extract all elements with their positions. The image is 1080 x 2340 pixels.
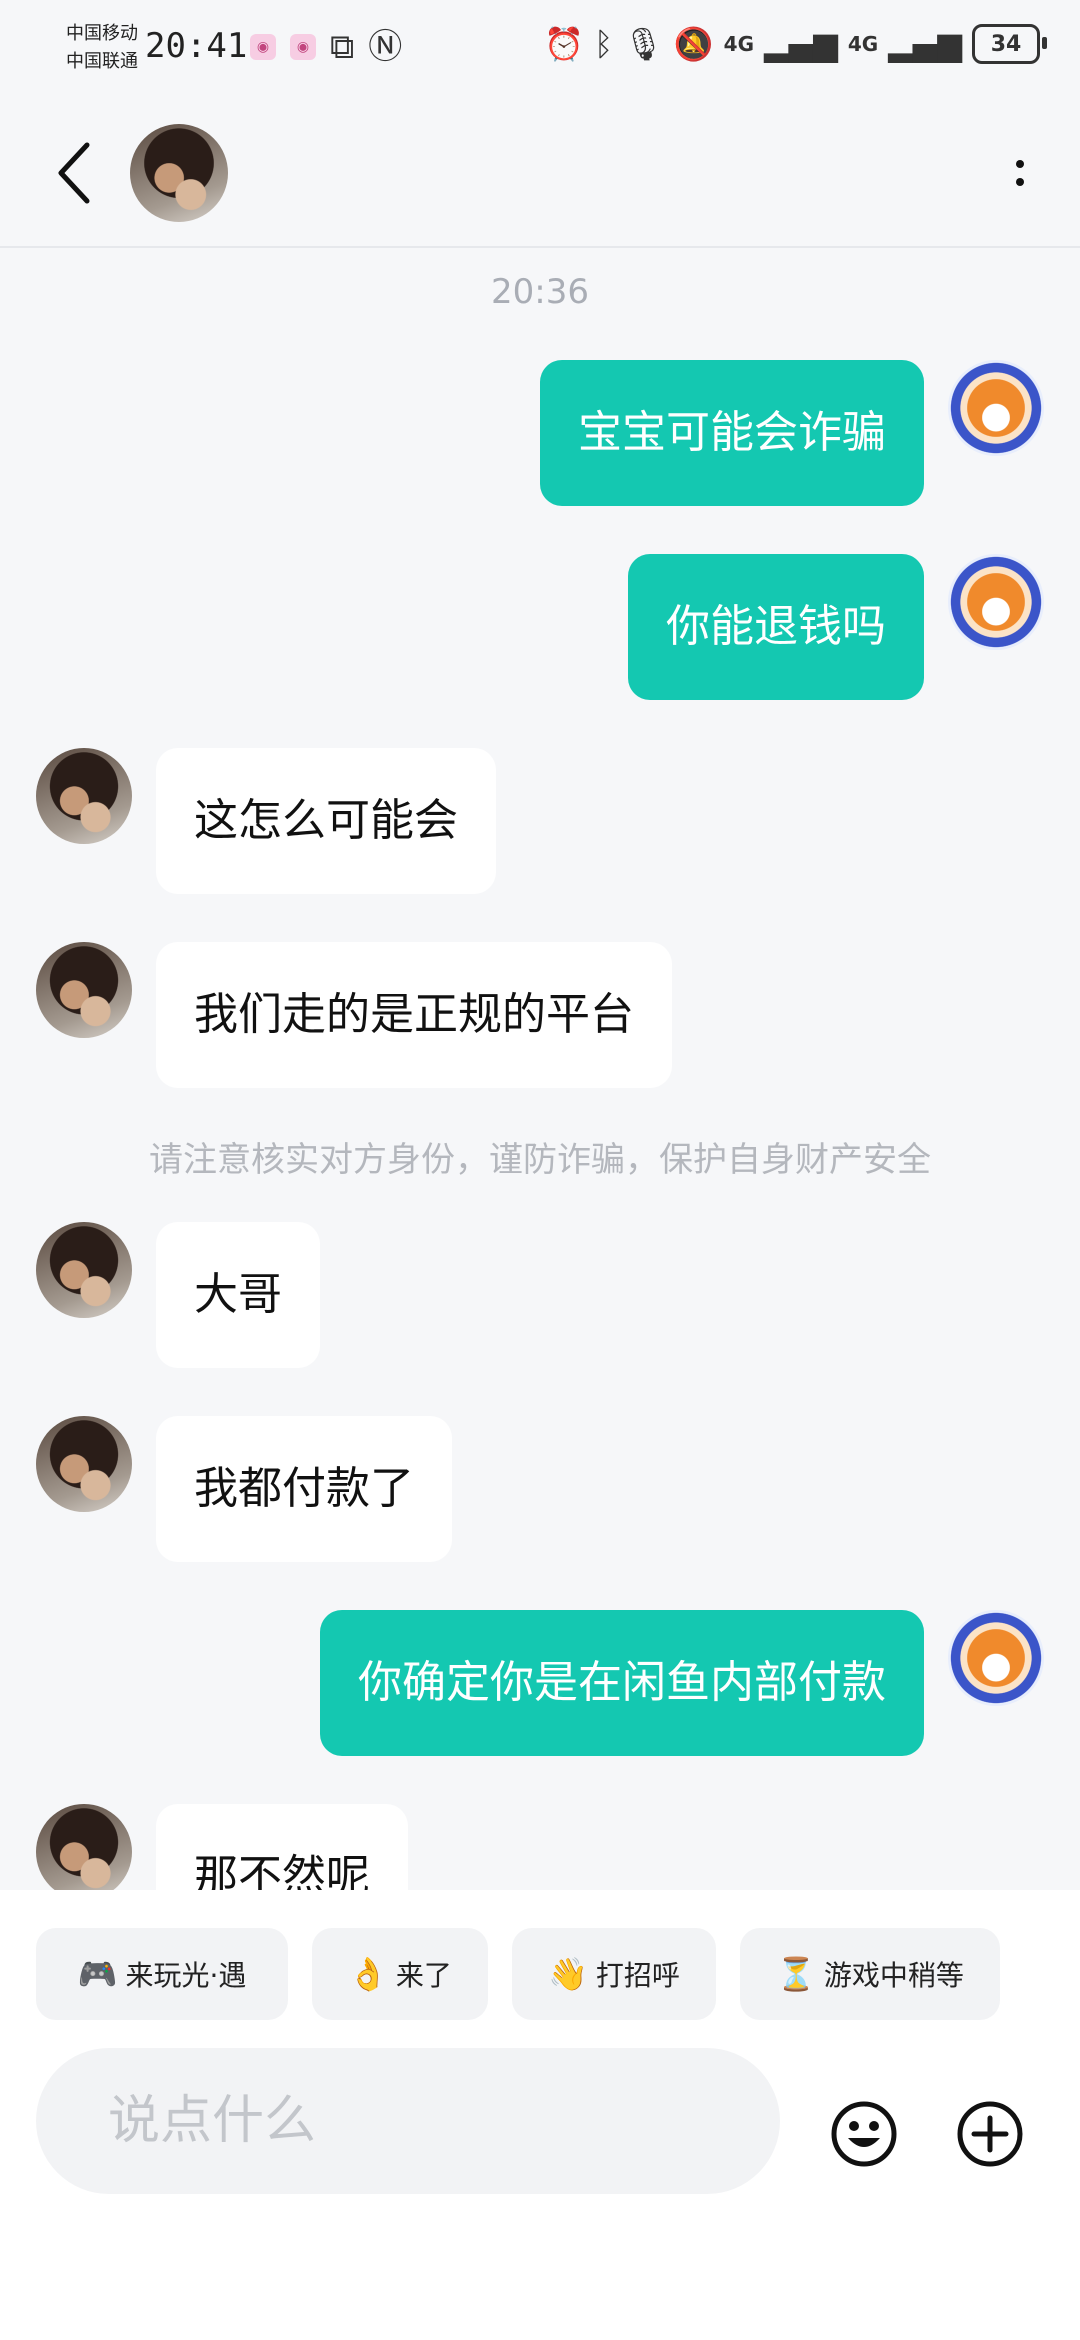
microphone-icon: 🎙 xyxy=(623,25,664,63)
alarm-icon: ⏰ xyxy=(544,25,584,63)
emoji-button[interactable] xyxy=(830,2100,898,2168)
contact-avatar[interactable] xyxy=(130,124,228,222)
chat-header xyxy=(0,100,1080,248)
app-notification-icon: ◉ xyxy=(250,34,276,60)
quick-reply-chip[interactable]: 🎮 来玩光·遇 xyxy=(36,1928,288,2020)
contact-avatar[interactable] xyxy=(36,1804,132,1890)
more-options-button[interactable] xyxy=(990,138,1050,208)
battery-icon: 34 xyxy=(972,24,1047,64)
quick-reply-chip[interactable]: 👌 来了 xyxy=(312,1928,488,2020)
quick-reply-label: 来玩光·遇 xyxy=(125,1959,247,1992)
nfc-icon: Ⓝ xyxy=(368,27,403,67)
network-label-1: 4G xyxy=(723,32,754,56)
bluetooth-icon: ᛒ xyxy=(593,25,614,63)
contact-avatar[interactable] xyxy=(36,1222,132,1318)
game-controller-icon: 🎮 xyxy=(77,1955,118,1993)
carrier-labels: 中国移动 中国联通 xyxy=(66,20,138,76)
carrier-1: 中国移动 xyxy=(66,23,138,44)
message-bubble-outgoing[interactable]: 宝宝可能会诈骗 xyxy=(540,360,924,506)
ok-hand-icon: 👌 xyxy=(348,1955,388,1993)
message-list[interactable]: 20:36 宝宝可能会诈骗 你能退钱吗 这怎么可能会 我们走的是正规的平台 请注… xyxy=(0,248,1080,1890)
quick-reply-chip[interactable]: 👋 打招呼 xyxy=(512,1928,716,2020)
message-bubble-incoming[interactable]: 我们走的是正规的平台 xyxy=(156,942,672,1088)
quick-reply-label: 来了 xyxy=(395,1959,452,1992)
quick-reply-label: 游戏中稍等 xyxy=(823,1959,964,1992)
add-button[interactable] xyxy=(956,2100,1024,2168)
signal-icon-2: ▂▄▆ xyxy=(888,25,962,63)
message-bubble-incoming[interactable]: 大哥 xyxy=(156,1222,320,1368)
status-time: 20:41 xyxy=(145,26,248,66)
my-avatar[interactable] xyxy=(948,1610,1044,1706)
message-bubble-incoming[interactable]: 我都付款了 xyxy=(156,1416,452,1562)
app-notification-icon-2: ◉ xyxy=(290,34,316,60)
status-bar: 中国移动 中国联通 20:41 ◉ ◉ ⧉ Ⓝ ⏰ ᛒ 🎙 🔕 4G ▂▄▆ 4… xyxy=(0,0,1080,100)
back-button[interactable] xyxy=(40,138,110,208)
contact-avatar[interactable] xyxy=(36,1416,132,1512)
mute-bell-icon: 🔕 xyxy=(673,25,714,63)
chevron-left-icon xyxy=(58,142,90,204)
cast-icon: ⧉ xyxy=(330,27,355,67)
safety-notice: 请注意核实对方身份，谨防诈骗，保护自身财产安全 xyxy=(149,1140,931,1180)
plus-circle-icon xyxy=(957,2101,1023,2167)
input-bar xyxy=(0,2030,1080,2340)
quick-reply-label: 打招呼 xyxy=(595,1959,680,1992)
signal-icon: ▂▄▆ xyxy=(764,25,838,63)
contact-avatar[interactable] xyxy=(36,942,132,1038)
my-avatar[interactable] xyxy=(948,360,1044,456)
message-bubble-incoming[interactable]: 那不然呢 xyxy=(156,1804,408,1890)
message-timestamp: 20:36 xyxy=(491,272,589,312)
battery-level: 34 xyxy=(990,31,1022,57)
contact-avatar[interactable] xyxy=(36,748,132,844)
more-vertical-icon xyxy=(1016,160,1024,168)
carrier-2: 中国联通 xyxy=(66,51,138,72)
system-icons: ⏰ ᛒ 🎙 🔕 4G ▂▄▆ 4G ▂▄▆ 34 xyxy=(544,24,1047,64)
message-bubble-outgoing[interactable]: 你确定你是在闲鱼内部付款 xyxy=(320,1610,924,1756)
quick-reply-chip[interactable]: ⏳ 游戏中稍等 xyxy=(740,1928,1000,2020)
smiley-icon xyxy=(831,2101,897,2167)
my-avatar[interactable] xyxy=(948,554,1044,650)
network-label-2: 4G xyxy=(847,32,879,56)
message-bubble-outgoing[interactable]: 你能退钱吗 xyxy=(628,554,924,700)
notification-icons: ◉ ◉ ⧉ Ⓝ xyxy=(250,30,402,64)
message-bubble-incoming[interactable]: 这怎么可能会 xyxy=(156,748,496,894)
quick-reply-bar: 🎮 来玩光·遇 👌 来了 👋 打招呼 ⏳ 游戏中稍等 xyxy=(0,1890,1080,2030)
waving-hand-icon: 👋 xyxy=(548,1955,588,1993)
message-input[interactable] xyxy=(36,2048,780,2194)
hourglass-icon: ⏳ xyxy=(776,1955,816,1993)
